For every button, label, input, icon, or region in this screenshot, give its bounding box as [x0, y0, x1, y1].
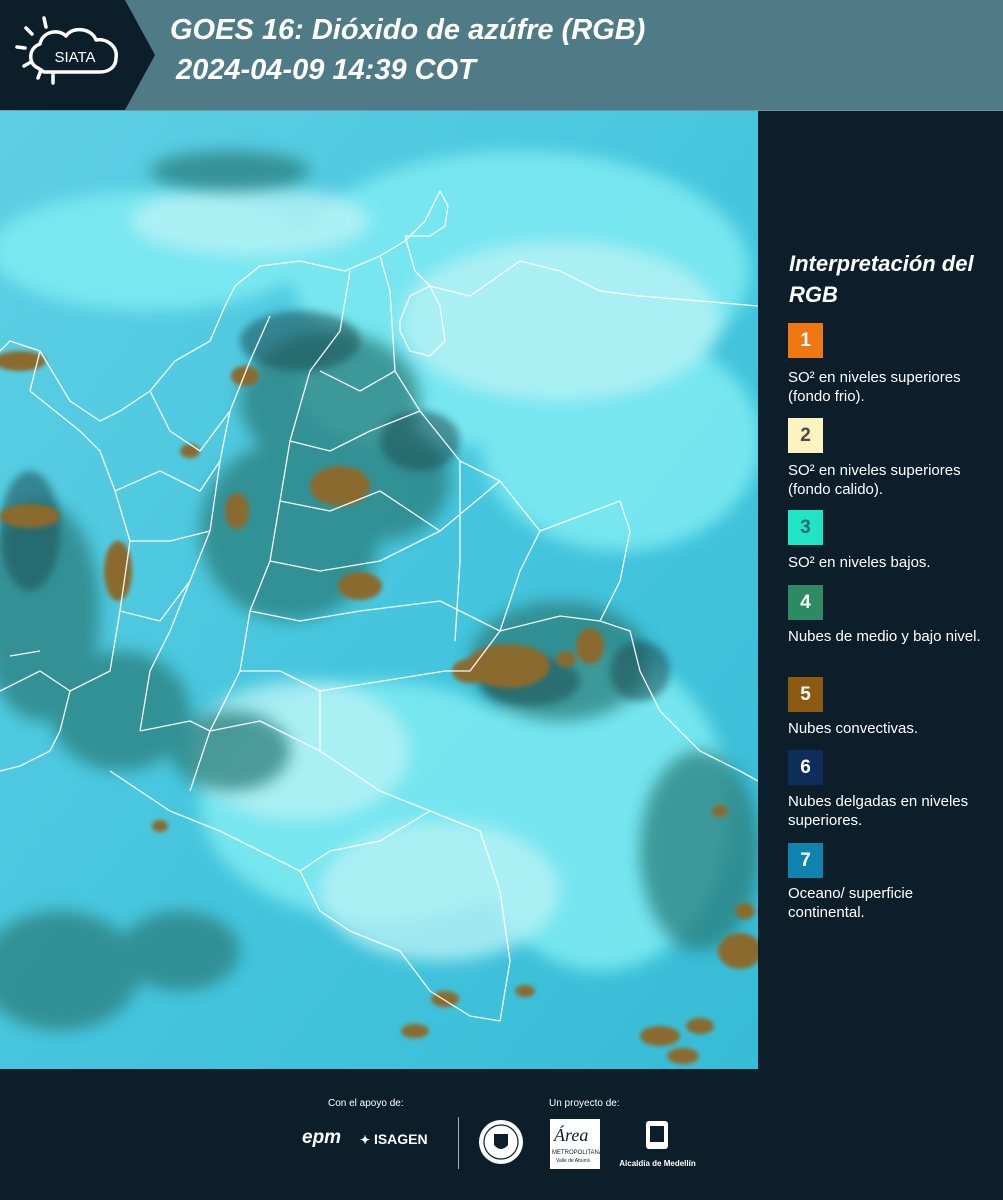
- legend-number: 1: [800, 330, 811, 351]
- legend-label-2: SO² en niveles superiores (fondo calido)…: [788, 462, 961, 498]
- legend-panel: Interpretación del RGB 1 SO² en niveles …: [760, 111, 1003, 1069]
- siata-logo: SIATA: [0, 0, 155, 110]
- legend-number: 3: [800, 517, 811, 538]
- siata-logo-graphic: SIATA: [0, 0, 155, 110]
- legend-title: Interpretación del RGB: [789, 251, 974, 307]
- header-bar: SIATA GOES 16: Dióxido de azúfre (RGB) 2…: [0, 0, 1003, 111]
- alcaldia-logo-text: Alcaldía de Medellín: [619, 1159, 696, 1168]
- legend-label-7: Oceano/ superficie continental.: [788, 885, 914, 921]
- legend-number: 6: [800, 757, 811, 778]
- legend-swatch-2: 2: [788, 418, 823, 453]
- epm-logo-text: epm: [302, 1127, 342, 1148]
- legend-label-6: Nubes delgadas en niveles superiores.: [788, 793, 969, 829]
- legend-label-5: Nubes convectivas.: [788, 720, 919, 737]
- legend-number: 7: [800, 850, 811, 871]
- satellite-image: [0, 111, 758, 1069]
- legend-swatch-3: 3: [788, 510, 823, 545]
- legend-swatch-7: 7: [788, 843, 823, 878]
- alcaldia-logo: Alcaldía de Medellín: [610, 1117, 705, 1172]
- legend-label-4: Nubes de medio y bajo nivel.: [788, 628, 981, 645]
- area-logo-subtext-2: Valle de Aburrá: [556, 1158, 590, 1164]
- legend-number: 4: [800, 592, 811, 613]
- isagen-logo-text: ISAGEN: [373, 1131, 428, 1147]
- satellite-map: [0, 111, 758, 1069]
- legend-number: 2: [800, 425, 811, 446]
- alcaldia-shield-icon: [646, 1121, 668, 1149]
- logo-text: SIATA: [54, 49, 95, 66]
- medellin-seal-icon: [479, 1120, 523, 1164]
- map-datetime: 2024-04-09 14:39 COT: [176, 54, 476, 86]
- medellin-seal: [478, 1119, 524, 1165]
- footer-divider: [458, 1117, 459, 1169]
- area-logo-subtext: METROPOLITANA: [552, 1150, 603, 1156]
- isagen-mark-icon: ✦: [360, 1133, 371, 1147]
- epm-logo: epm: [302, 1127, 341, 1149]
- area-metropolitana-logo: Área METROPOLITANA Valle de Aburrá: [550, 1119, 603, 1169]
- isagen-logo: ✦ ISAGEN: [360, 1131, 428, 1147]
- support-label: Con el apoyo de:: [328, 1098, 404, 1109]
- legend-swatch-5: 5: [788, 677, 823, 712]
- legend-number: 5: [800, 684, 811, 705]
- legend-swatch-6: 6: [788, 750, 823, 785]
- legend-swatch-1: 1: [788, 323, 823, 358]
- legend-swatch-4: 4: [788, 585, 823, 620]
- map-title: GOES 16: Dióxido de azúfre (RGB): [170, 14, 646, 46]
- legend-label-3: SO² en niveles bajos.: [788, 554, 931, 571]
- footer: Con el apoyo de: Un proyecto de: epm ✦ I…: [0, 1069, 1003, 1200]
- project-label: Un proyecto de:: [549, 1098, 620, 1109]
- legend-label-1: SO² en niveles superiores (fondo frio).: [788, 369, 961, 405]
- area-logo-text: Área: [554, 1125, 589, 1145]
